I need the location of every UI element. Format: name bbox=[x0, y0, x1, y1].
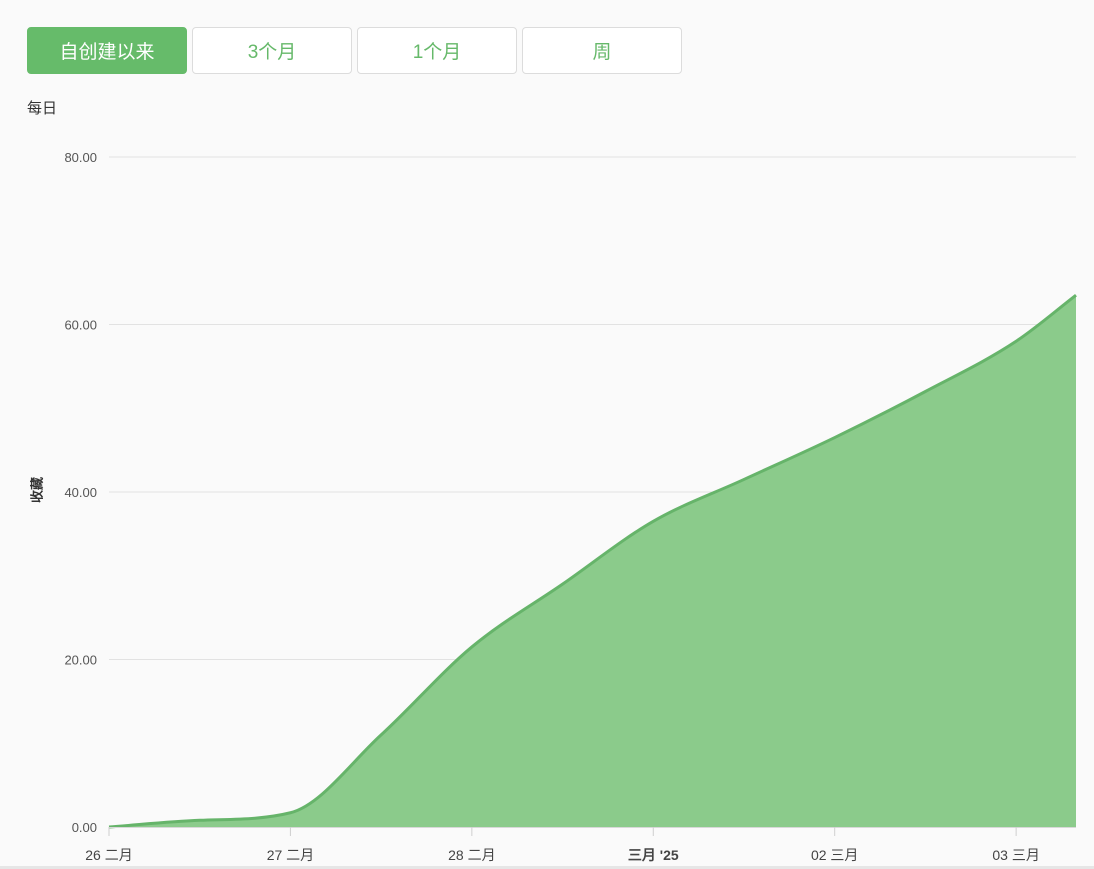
x-tick-label: 28 二月 bbox=[448, 847, 495, 863]
x-tick-label: 03 三月 bbox=[992, 847, 1039, 863]
y-tick-label: 80.00 bbox=[64, 150, 97, 165]
x-tick-label: 26 二月 bbox=[85, 847, 132, 863]
page: 自创建以来 3个月 1个月 周 每日 收藏 0.00 20.00 40.00 60.0… bbox=[0, 0, 1094, 869]
x-tick-label: 02 三月 bbox=[811, 847, 858, 863]
y-tick-label: 0.00 bbox=[72, 820, 97, 835]
x-tick-label: 三月 '25 bbox=[628, 847, 679, 863]
x-tick-label: 27 二月 bbox=[267, 847, 314, 863]
y-tick-label: 60.00 bbox=[64, 318, 97, 333]
y-tick-label: 20.00 bbox=[64, 653, 97, 668]
y-tick-label: 40.00 bbox=[64, 485, 97, 500]
favorites-area-chart: 0.00 20.00 40.00 60.00 80.00 26 二月 27 二月 28 二月 三… bbox=[64, 150, 1077, 863]
